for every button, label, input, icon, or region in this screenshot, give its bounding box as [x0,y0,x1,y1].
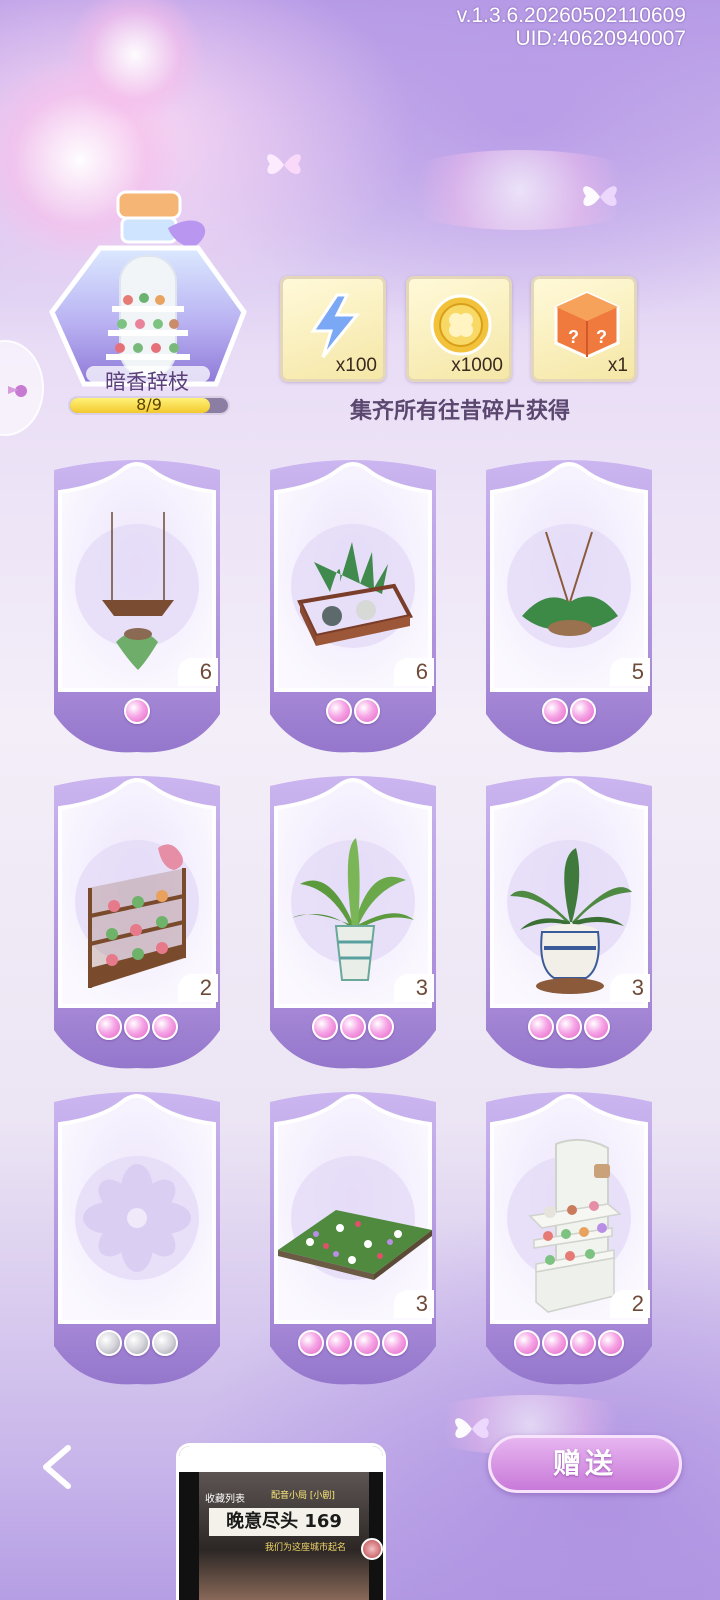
back-arrow-icon[interactable] [34,1440,88,1494]
card-orbs [258,698,448,728]
orb-icon [124,1330,150,1356]
flower-icon [8,385,27,397]
reward-qty: x1000 [451,355,503,376]
butterfly-icon [267,154,301,175]
orb-icon [96,1014,122,1040]
card-count: 3 [610,974,650,1002]
lightning-icon [310,293,361,358]
orb-icon [542,1330,568,1356]
card-orbs [474,698,664,728]
orb-icon [528,1014,554,1040]
card-count: 3 [394,1290,434,1318]
version-text: v.1.3.6.20260502110609 [456,4,686,27]
orb-icon [556,1014,582,1040]
orb-icon [514,1330,540,1356]
rewards-caption: 集齐所有往昔碎片获得 [349,399,570,424]
video-subtitle: 我们为这座城市起名 [265,1543,347,1553]
collection-progress-text: 8/9 [136,395,162,414]
flower-placeholder-icon [83,1164,191,1272]
orb-icon [340,1014,366,1040]
orb-icon [326,698,352,724]
reward-mystery-box[interactable]: ? ? x1 [531,276,637,382]
give-button[interactable]: 赠送 [488,1435,682,1493]
reward-qty: x1 [607,355,628,376]
reward-coin[interactable]: x1000 [406,276,512,382]
orb-icon [354,1330,380,1356]
coin-icon [430,294,492,356]
video-title: 晚意尽头 169 [209,1508,359,1536]
orb-icon [368,1014,394,1040]
avatar [361,1538,383,1560]
orb-icon [570,1330,596,1356]
card-white-flower-cabinet[interactable]: 2 [474,1088,664,1388]
card-hanging-shelf-plant[interactable]: 6 [42,456,232,756]
card-count: 3 [394,974,434,1002]
orb-icon [312,1014,338,1040]
card-orbs [474,1014,664,1044]
card-potted-spider-plant[interactable]: 3 [258,772,448,1072]
version-info: v.1.3.6.20260502110609 UID:40620940007 [457,4,686,50]
card-count: 6 [394,658,434,686]
orb-icon [598,1330,624,1356]
uid-text: UID:40620940007 [515,27,686,50]
svg-text:?: ? [596,327,607,347]
butterfly-icon [583,186,617,207]
svg-text:?: ? [568,327,579,347]
floating-window-header [179,1446,383,1472]
card-count: 2 [178,974,218,1002]
card-count: 5 [610,658,650,686]
mystery-box-icon: ? ? [554,291,620,359]
card-locked-empty[interactable] [42,1088,232,1388]
card-count: 6 [178,658,218,686]
reward-qty: x100 [335,355,377,376]
card-count: 2 [610,1290,650,1318]
card-flower-display-shelf[interactable]: 2 [42,772,232,1072]
card-orbs [258,1014,448,1044]
floating-video-window[interactable]: 收藏列表 配音小局 [小剧] 晚意尽头 169 我们为这座城市起名 [176,1443,386,1600]
card-orbs [258,1330,448,1360]
orb-icon [152,1014,178,1040]
orb-icon [542,698,568,724]
cherry-blossom-decor [60,0,210,120]
orb-icon [584,1014,610,1040]
card-orbs [42,1014,232,1044]
card-glass-terrarium-plants[interactable]: 6 [258,456,448,756]
butterfly-icon [455,1418,489,1439]
orb-icon [124,698,150,724]
card-porcelain-potted-plant[interactable]: 3 [474,772,664,1072]
orb-icon [96,1330,122,1356]
reward-energy[interactable]: x100 [280,276,386,382]
orb-icon [326,1330,352,1356]
card-orbs [42,698,232,728]
card-flower-bed-patch[interactable]: 3 [258,1088,448,1388]
video-tag-label: 配音小局 [小剧] [271,1491,335,1501]
card-orbs [42,1330,232,1360]
card-orbs [474,1330,664,1360]
orb-icon [124,1014,150,1040]
orb-icon [382,1330,408,1356]
orb-icon [354,698,380,724]
orb-icon [152,1330,178,1356]
video-list-label: 收藏列表 [205,1494,245,1505]
side-pull-tab[interactable] [0,340,44,436]
orb-icon [298,1330,324,1356]
collection-name: 暗香辞枝 [105,370,189,394]
card-hanging-fern-basket[interactable]: 5 [474,456,664,756]
orb-icon [570,698,596,724]
